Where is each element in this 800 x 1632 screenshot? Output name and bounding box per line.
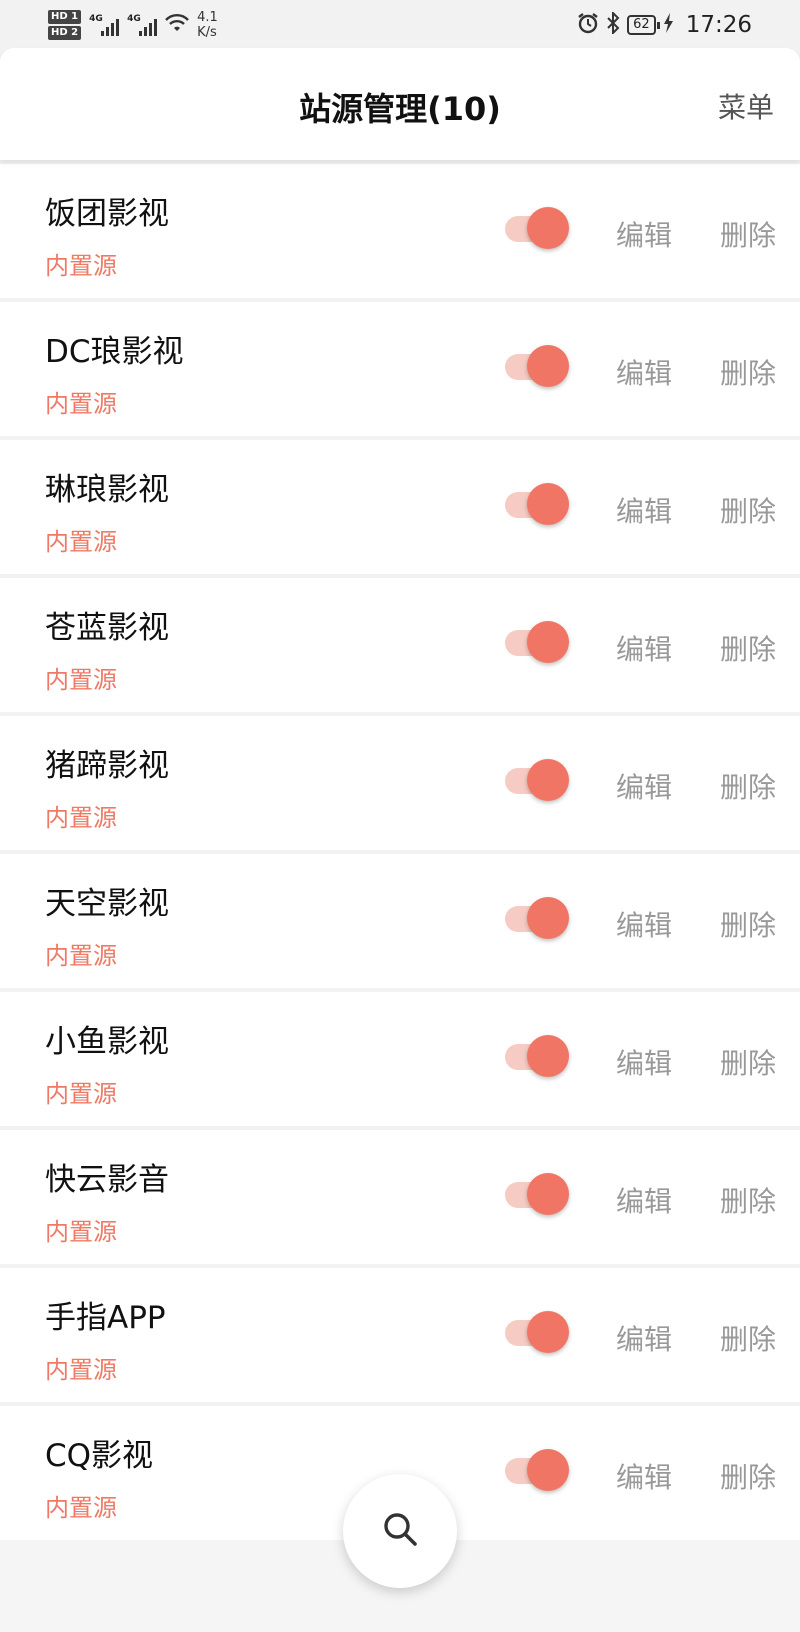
source-name: 手指APP	[45, 1300, 166, 1336]
source-enable-toggle[interactable]	[505, 1311, 569, 1353]
source-enable-toggle[interactable]	[505, 207, 569, 249]
source-name: 饭团影视	[45, 196, 169, 232]
source-name: 琳琅影视	[45, 472, 169, 508]
source-tag: 内置源	[45, 804, 117, 832]
app-header: 站源管理(10) 菜单	[0, 48, 800, 160]
delete-button[interactable]: 删除	[720, 1456, 776, 1496]
speed-value: 4.1	[197, 10, 218, 25]
source-row[interactable]: 饭团影视 内置源 编辑 删除	[0, 164, 800, 298]
network-speed: 4.1 K/s	[197, 10, 218, 40]
delete-button[interactable]: 删除	[720, 766, 776, 806]
source-enable-toggle[interactable]	[505, 345, 569, 387]
hd-indicators: HD 1 HD 2	[48, 10, 82, 40]
clock: 17:26	[685, 12, 752, 38]
source-row[interactable]: 琳琅影视 内置源 编辑 删除	[0, 440, 800, 574]
charging-icon	[662, 12, 674, 39]
source-enable-toggle[interactable]	[505, 1173, 569, 1215]
toggle-knob	[527, 1035, 569, 1077]
signal-icon: 4G	[89, 14, 120, 36]
source-enable-toggle[interactable]	[505, 1449, 569, 1491]
source-tag: 内置源	[45, 1356, 117, 1384]
edit-button[interactable]: 编辑	[616, 490, 672, 530]
delete-button[interactable]: 删除	[720, 1042, 776, 1082]
source-name: 天空影视	[45, 886, 169, 922]
source-row[interactable]: 手指APP 内置源 编辑 删除	[0, 1268, 800, 1402]
source-tag: 内置源	[45, 942, 117, 970]
source-row[interactable]: DC琅影视 内置源 编辑 删除	[0, 302, 800, 436]
source-row[interactable]: 猪蹄影视 内置源 编辑 删除	[0, 716, 800, 850]
search-fab[interactable]	[343, 1474, 457, 1588]
signal-icon-2: 4G	[127, 14, 158, 36]
source-row[interactable]: 天空影视 内置源 编辑 删除	[0, 854, 800, 988]
source-tag: 内置源	[45, 666, 117, 694]
hd1-badge: HD 1	[48, 10, 82, 24]
source-name: 苍蓝影视	[45, 610, 169, 646]
hd2-badge: HD 2	[48, 26, 82, 40]
bluetooth-icon	[605, 10, 621, 39]
toggle-knob	[527, 759, 569, 801]
network-type-1: 4G	[89, 14, 103, 24]
edit-button[interactable]: 编辑	[616, 1318, 672, 1358]
toggle-knob	[527, 621, 569, 663]
search-icon	[380, 1509, 420, 1553]
source-name: CQ影视	[45, 1438, 154, 1474]
status-left: HD 1 HD 2 4G 4G 4.1 K/s	[48, 6, 218, 44]
network-type-2: 4G	[127, 14, 141, 24]
source-tag: 内置源	[45, 1494, 117, 1522]
wifi-icon	[165, 13, 189, 37]
toggle-knob	[527, 345, 569, 387]
edit-button[interactable]: 编辑	[616, 1180, 672, 1220]
source-enable-toggle[interactable]	[505, 621, 569, 663]
source-enable-toggle[interactable]	[505, 897, 569, 939]
source-tag: 内置源	[45, 528, 117, 556]
edit-button[interactable]: 编辑	[616, 628, 672, 668]
source-enable-toggle[interactable]	[505, 759, 569, 801]
source-row[interactable]: 小鱼影视 内置源 编辑 删除	[0, 992, 800, 1126]
edit-button[interactable]: 编辑	[616, 214, 672, 254]
delete-button[interactable]: 删除	[720, 904, 776, 944]
delete-button[interactable]: 删除	[720, 490, 776, 530]
menu-button[interactable]: 菜单	[718, 86, 774, 126]
source-enable-toggle[interactable]	[505, 1035, 569, 1077]
status-right: 62 17:26	[577, 10, 752, 40]
source-tag: 内置源	[45, 390, 117, 418]
source-list: 饭团影视 内置源 编辑 删除 DC琅影视 内置源 编辑 删除 琳琅影视 内置源 …	[0, 164, 800, 1544]
delete-button[interactable]: 删除	[720, 628, 776, 668]
source-tag: 内置源	[45, 1080, 117, 1108]
edit-button[interactable]: 编辑	[616, 904, 672, 944]
delete-button[interactable]: 删除	[720, 1180, 776, 1220]
alarm-icon	[577, 12, 599, 39]
battery-indicator: 62	[627, 15, 660, 35]
toggle-knob	[527, 1173, 569, 1215]
toggle-knob	[527, 207, 569, 249]
toggle-knob	[527, 1311, 569, 1353]
source-row[interactable]: 苍蓝影视 内置源 编辑 删除	[0, 578, 800, 712]
source-tag: 内置源	[45, 252, 117, 280]
delete-button[interactable]: 删除	[720, 214, 776, 254]
page-title: 站源管理(10)	[299, 90, 501, 128]
toggle-knob	[527, 1449, 569, 1491]
source-row[interactable]: 快云影音 内置源 编辑 删除	[0, 1130, 800, 1264]
status-bar: HD 1 HD 2 4G 4G 4.1 K/s 62 17:26	[0, 0, 800, 48]
source-name: 猪蹄影视	[45, 748, 169, 784]
delete-button[interactable]: 删除	[720, 352, 776, 392]
source-name: DC琅影视	[45, 334, 184, 370]
delete-button[interactable]: 删除	[720, 1318, 776, 1358]
edit-button[interactable]: 编辑	[616, 352, 672, 392]
toggle-knob	[527, 483, 569, 525]
edit-button[interactable]: 编辑	[616, 766, 672, 806]
speed-unit: K/s	[197, 25, 217, 40]
source-tag: 内置源	[45, 1218, 117, 1246]
source-name: 快云影音	[45, 1162, 169, 1198]
edit-button[interactable]: 编辑	[616, 1456, 672, 1496]
source-name: 小鱼影视	[45, 1024, 169, 1060]
toggle-knob	[527, 897, 569, 939]
source-enable-toggle[interactable]	[505, 483, 569, 525]
edit-button[interactable]: 编辑	[616, 1042, 672, 1082]
